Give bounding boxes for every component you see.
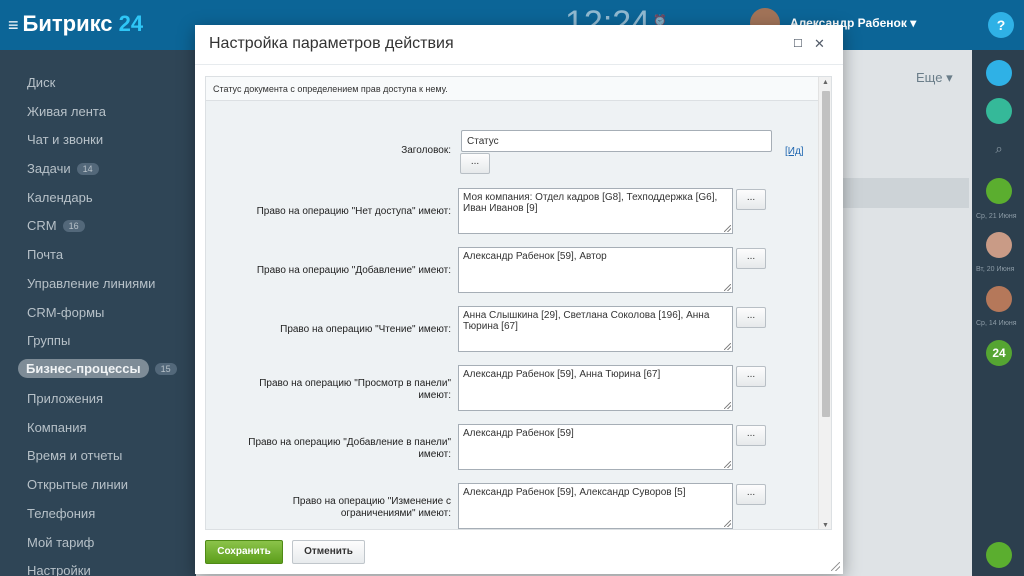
resize-grip-icon[interactable] — [724, 284, 731, 291]
resize-grip-icon[interactable] — [724, 225, 731, 232]
permission-field[interactable]: Александр Рабенок [59], Автор — [458, 247, 733, 293]
contact-avatar[interactable] — [986, 232, 1012, 258]
sidebar-item-lines[interactable]: Управление линиями — [27, 276, 155, 291]
counter-badge: 15 — [154, 363, 177, 375]
permission-label: Право на операцию "Просмотр в панели" им… — [259, 378, 451, 401]
permission-field[interactable]: Александр Рабенок [59] — [458, 424, 733, 470]
lock-icon[interactable] — [986, 178, 1012, 204]
bitrix-icon[interactable]: 24 — [986, 340, 1012, 366]
content-row — [841, 178, 969, 208]
sidebar-item-groups[interactable]: Группы — [27, 333, 70, 348]
resize-grip-icon[interactable] — [724, 402, 731, 409]
sidebar-item-openlines[interactable]: Открытые линии — [27, 477, 128, 492]
permission-dots-button[interactable]: ... — [736, 484, 766, 505]
scroll-up-icon[interactable]: ▲ — [822, 79, 829, 86]
permission-dots-button[interactable]: ... — [736, 366, 766, 387]
permission-dots-button[interactable]: ... — [736, 307, 766, 328]
dialog-footer: Сохранить Отменить — [195, 530, 843, 574]
title-input[interactable]: Статус — [461, 130, 772, 152]
scrollbar[interactable]: ▲ ▼ — [818, 77, 831, 529]
title-dots-button[interactable]: ... — [460, 153, 490, 174]
permission-label: Право на операцию "Изменение с ограничен… — [292, 496, 451, 519]
sidebar-item-time[interactable]: Время и отчеты — [27, 448, 122, 463]
counter-badge: 16 — [62, 220, 85, 232]
sidebar-item-calendar[interactable]: Календарь — [27, 190, 93, 205]
sidebar-item-disk[interactable]: Диск — [27, 75, 55, 90]
resize-handle-icon[interactable] — [831, 562, 840, 571]
sidebar-item-mail[interactable]: Почта — [27, 247, 63, 262]
title-label: Заголовок: — [401, 145, 451, 156]
phone-icon[interactable] — [986, 542, 1012, 568]
permission-field[interactable]: Александр Рабенок [59], Александр Суворо… — [458, 483, 733, 529]
cancel-button[interactable]: Отменить — [292, 540, 365, 564]
save-button[interactable]: Сохранить — [205, 540, 283, 564]
sidebar-item-telephony[interactable]: Телефония — [27, 506, 95, 521]
close-icon[interactable]: ✕ — [814, 36, 825, 52]
dialog-body: Статус документа с определением прав дос… — [205, 76, 832, 530]
search-icon[interactable]: ⌕ — [986, 136, 1012, 162]
permission-dots-button[interactable]: ... — [736, 425, 766, 446]
permission-field[interactable]: Александр Рабенок [59], Анна Тюрина [67] — [458, 365, 733, 411]
menu-icon[interactable]: ≡ — [8, 15, 19, 35]
resize-grip-icon[interactable] — [724, 343, 731, 350]
maximize-icon[interactable]: ☐ — [793, 37, 803, 50]
contact-avatar[interactable] — [986, 286, 1012, 312]
permission-dots-button[interactable]: ... — [736, 248, 766, 269]
sidebar-item-tasks[interactable]: Задачи 14 — [27, 161, 99, 176]
resize-grip-icon[interactable] — [724, 461, 731, 468]
date-label: Ср, 14 Июня — [976, 320, 1017, 327]
action-description: Статус документа с определением прав дос… — [206, 77, 818, 101]
sidebar-item-crm-forms[interactable]: CRM-формы — [27, 305, 104, 320]
more-menu[interactable]: Еще ▾ — [916, 70, 953, 86]
scroll-down-icon[interactable]: ▼ — [822, 522, 829, 529]
help-button[interactable]: ? — [988, 12, 1014, 38]
permission-label: Право на операцию "Добавление" имеют: — [256, 265, 451, 276]
date-label: Вт, 20 Июня — [976, 266, 1015, 273]
sidebar-item-company[interactable]: Компания — [27, 420, 87, 435]
dialog-header: Настройка параметров действия ☐ ✕ — [195, 25, 843, 65]
sidebar-item-settings[interactable]: Настройки — [27, 563, 91, 576]
right-panel: ⌕ Ср, 21 Июня Вт, 20 Июня Ср, 14 Июня 24 — [972, 50, 1024, 576]
form-area: Заголовок: Статус ... [Ид] Право на опер… — [206, 102, 818, 529]
notifications-icon[interactable] — [986, 60, 1012, 86]
sidebar: Диск Живая лента Чат и звонки Задачи 14 К… — [0, 50, 190, 576]
logo-number: 24 — [118, 11, 144, 36]
settings-dialog: Настройка параметров действия ☐ ✕ Статус… — [195, 25, 843, 574]
id-link[interactable]: [Ид] — [785, 146, 804, 157]
scroll-thumb[interactable] — [822, 91, 830, 417]
sidebar-item-tariff[interactable]: Мой тариф — [27, 535, 94, 550]
sidebar-item-bizproc[interactable]: Бизнес-процессы 15 — [18, 359, 177, 378]
permission-field[interactable]: Моя компания: Отдел кадров [G8], Техподд… — [458, 188, 733, 234]
chat-icon[interactable] — [986, 98, 1012, 124]
permission-field[interactable]: Анна Слышкина [29], Светлана Соколова [1… — [458, 306, 733, 352]
sidebar-item-feed[interactable]: Живая лента — [27, 104, 106, 119]
permission-label: Право на операцию "Добавление в панели" … — [248, 437, 451, 460]
resize-grip-icon[interactable] — [724, 520, 731, 527]
sidebar-item-apps[interactable]: Приложения — [27, 391, 103, 406]
sidebar-item-chat[interactable]: Чат и звонки — [27, 132, 103, 147]
permission-label: Право на операцию "Чтение" имеют: — [280, 324, 451, 335]
counter-badge: 14 — [76, 163, 99, 175]
sidebar-item-crm[interactable]: CRM 16 — [27, 218, 85, 233]
dialog-title: Настройка параметров действия — [209, 35, 454, 52]
permission-dots-button[interactable]: ... — [736, 189, 766, 210]
date-label: Ср, 21 Июня — [976, 213, 1017, 220]
app-logo[interactable]: ≡ Битрикс 24 — [8, 11, 143, 37]
logo-text: Битрикс — [22, 11, 113, 36]
permission-label: Право на операцию "Нет доступа" имеют: — [256, 206, 451, 217]
